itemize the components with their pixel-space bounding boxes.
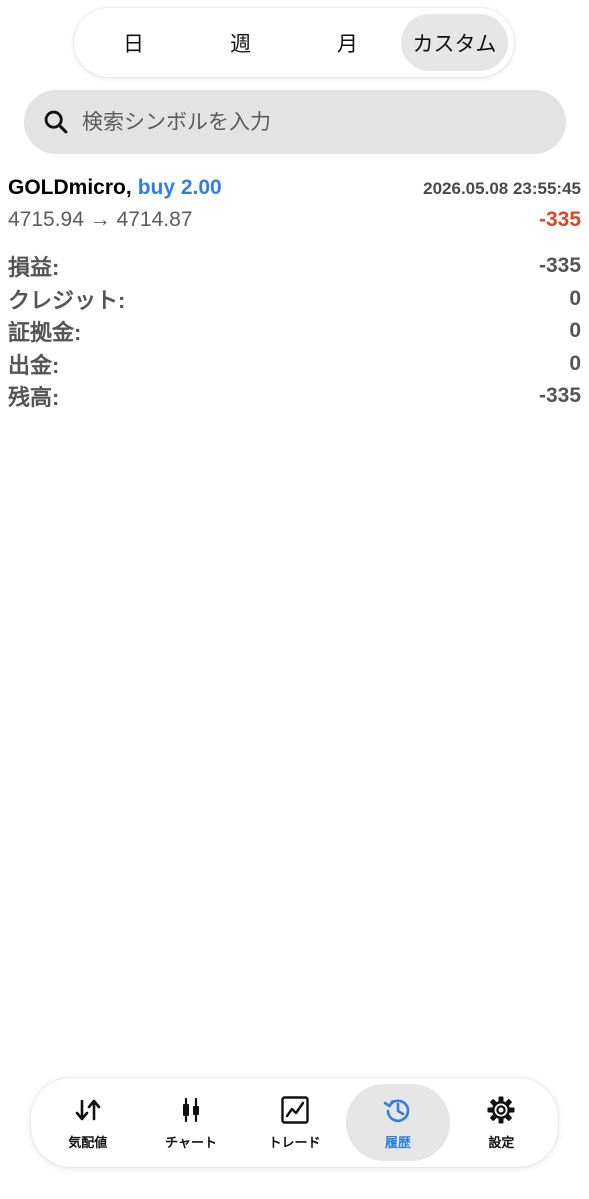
nav-label: トレード bbox=[268, 1136, 321, 1151]
bottom-navigation: 気配値 チャート トレード 履歴 設定 bbox=[31, 1078, 558, 1167]
deal-symbol: GOLDmicro, bbox=[8, 176, 132, 199]
tab-custom[interactable]: カスタム bbox=[401, 14, 508, 71]
nav-label: 履歴 bbox=[384, 1136, 411, 1151]
summary-label: クレジット: bbox=[8, 287, 126, 313]
summary-row-balance: 残高: -335 bbox=[8, 380, 581, 413]
nav-item-chart[interactable]: チャート bbox=[139, 1084, 242, 1161]
deal-title: GOLDmicro, buy 2.00 bbox=[8, 176, 222, 200]
deal-side: buy 2.00 bbox=[137, 176, 222, 199]
nav-label: 設定 bbox=[488, 1136, 515, 1151]
summary-row-credit: クレジット: 0 bbox=[8, 283, 581, 316]
summary-label: 証拠金: bbox=[8, 320, 82, 346]
nav-label: チャート bbox=[165, 1136, 218, 1151]
summary-value: 0 bbox=[569, 351, 581, 375]
tab-day[interactable]: 日 bbox=[80, 14, 187, 71]
tab-week[interactable]: 週 bbox=[187, 14, 294, 71]
summary-label: 出金: bbox=[8, 352, 60, 378]
summary-value: -335 bbox=[538, 254, 581, 278]
nav-item-quotes[interactable]: 気配値 bbox=[36, 1084, 139, 1161]
summary-value: 0 bbox=[569, 286, 581, 310]
summary-label: 残高: bbox=[8, 385, 60, 411]
search-bar[interactable] bbox=[24, 90, 566, 154]
nav-item-history[interactable]: 履歴 bbox=[346, 1084, 450, 1161]
summary-label: 損益: bbox=[8, 255, 60, 281]
summary-value: -335 bbox=[538, 384, 581, 408]
nav-item-settings[interactable]: 設定 bbox=[450, 1084, 553, 1161]
nav-item-trade[interactable]: トレード bbox=[243, 1084, 346, 1161]
deal-prices: 4715.94 → 4714.87 bbox=[8, 208, 193, 231]
period-selector: 日 週 月 カスタム bbox=[74, 8, 514, 77]
summary-row-withdrawal: 出金: 0 bbox=[8, 348, 581, 381]
history-icon bbox=[383, 1099, 410, 1123]
candlestick-icon bbox=[183, 1097, 200, 1123]
deal-profit: -335 bbox=[538, 208, 581, 231]
deal-header-row: GOLDmicro, buy 2.00 2026.05.08 23:55:45 bbox=[8, 176, 581, 208]
search-icon bbox=[44, 110, 68, 134]
deal-datetime: 2026.05.08 23:55:45 bbox=[423, 179, 581, 198]
summary-row-profit: 損益: -335 bbox=[8, 250, 581, 283]
deal-price-row: 4715.94 → 4714.87 -335 bbox=[8, 208, 581, 242]
summary-details: 損益: -335 クレジット: 0 証拠金: 0 出金: 0 残高: -335 bbox=[8, 250, 581, 413]
trend-line-icon bbox=[280, 1096, 309, 1124]
summary-row-deposit: 証拠金: 0 bbox=[8, 315, 581, 348]
gear-icon bbox=[487, 1096, 515, 1124]
history-screen: 日 週 月 カスタム GOLDmicro,buy 2.00 2026.05.08… bbox=[0, 0, 589, 1199]
nav-label: 気配値 bbox=[68, 1136, 108, 1151]
tab-month[interactable]: 月 bbox=[294, 14, 401, 71]
search-input[interactable] bbox=[82, 110, 522, 134]
arrows-up-down-icon bbox=[75, 1099, 101, 1121]
summary-value: 0 bbox=[569, 319, 581, 343]
deal-entry[interactable]: GOLDmicro, buy 2.00 2026.05.08 23:55:45 4… bbox=[8, 176, 581, 242]
